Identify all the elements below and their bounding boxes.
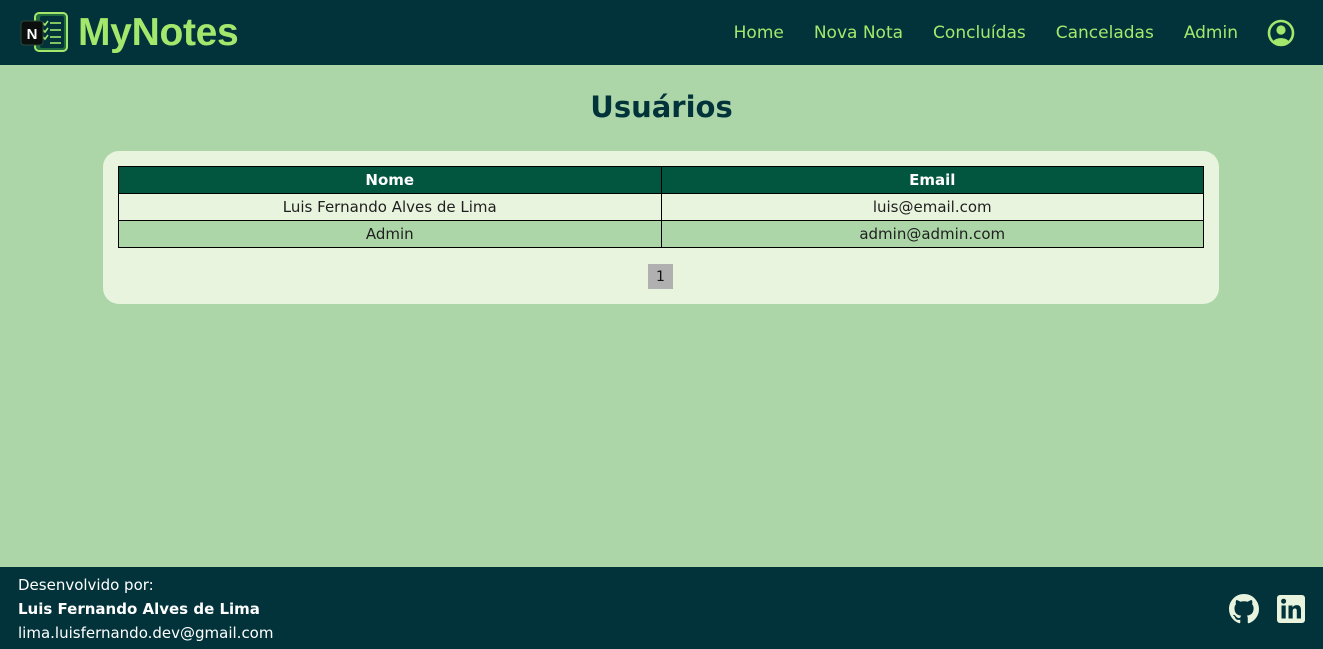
nav-link-new-note[interactable]: Nova Nota xyxy=(814,23,903,43)
table-row[interactable]: Luis Fernando Alves de Lima luis@email.c… xyxy=(118,193,1204,221)
linkedin-icon[interactable] xyxy=(1277,595,1305,623)
cell-name: Luis Fernando Alves de Lima xyxy=(118,193,662,221)
nav-link-home[interactable]: Home xyxy=(734,23,784,43)
page-title: Usuários xyxy=(590,90,733,124)
github-icon[interactable] xyxy=(1229,594,1259,624)
nav-link-cancelled[interactable]: Canceladas xyxy=(1056,23,1154,43)
table-header-row: Nome Email xyxy=(118,166,1204,194)
users-card: Nome Email Luis Fernando Alves de Lima l… xyxy=(103,151,1219,304)
author-email: lima.luisfernando.dev@gmail.com xyxy=(18,624,274,642)
nav-link-admin[interactable]: Admin xyxy=(1184,23,1238,43)
notebook-logo-icon: N xyxy=(20,11,70,55)
logo-letter: N xyxy=(27,26,38,43)
pagination-page-button[interactable]: 1 xyxy=(648,264,673,289)
footer: Desenvolvido por: Luis Fernando Alves de… xyxy=(0,567,1323,649)
author-name: Luis Fernando Alves de Lima xyxy=(18,600,260,618)
cell-email: admin@admin.com xyxy=(660,220,1204,248)
users-table: Nome Email Luis Fernando Alves de Lima l… xyxy=(118,166,1204,248)
brand[interactable]: N MyNotes xyxy=(20,10,239,55)
nav-link-completed[interactable]: Concluídas xyxy=(933,23,1026,43)
cell-email: luis@email.com xyxy=(660,193,1204,221)
column-header-email[interactable]: Email xyxy=(660,166,1204,194)
top-navbar: N MyNotes Home Nova Nota Concluídas Canc… xyxy=(0,0,1323,65)
table-row[interactable]: Admin admin@admin.com xyxy=(118,220,1204,248)
social-links xyxy=(1229,594,1305,624)
developed-by-label: Desenvolvido por: xyxy=(18,576,154,594)
user-circle-icon[interactable] xyxy=(1267,19,1295,47)
brand-name: MyNotes xyxy=(78,10,239,54)
main-nav: Home Nova Nota Concluídas Canceladas Adm… xyxy=(734,0,1295,65)
column-header-name[interactable]: Nome xyxy=(118,166,662,194)
cell-name: Admin xyxy=(118,220,662,248)
